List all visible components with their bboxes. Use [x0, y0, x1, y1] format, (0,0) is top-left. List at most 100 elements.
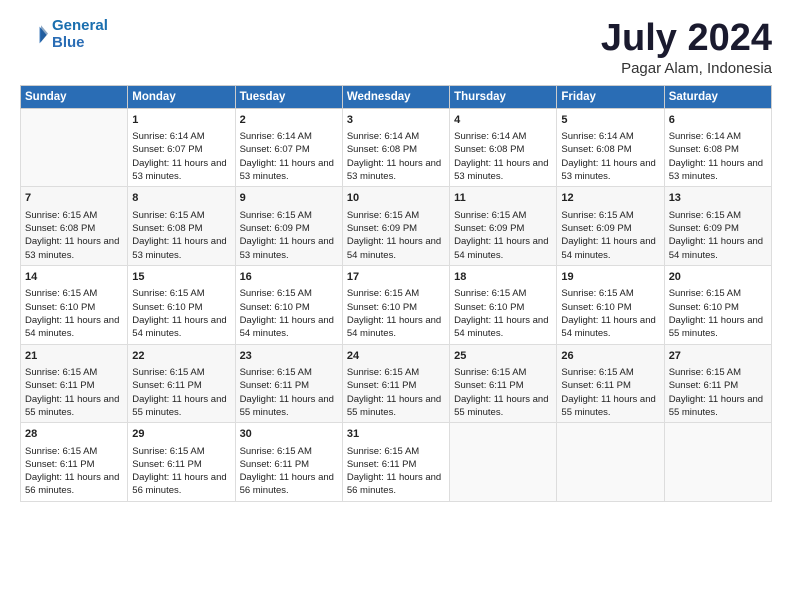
daylight: Daylight: 11 hours and 53 minutes.	[347, 158, 441, 182]
daylight: Daylight: 11 hours and 55 minutes.	[240, 394, 334, 418]
sunset: Sunset: 6:11 PM	[347, 380, 417, 391]
calendar-cell: 22Sunrise: 6:15 AMSunset: 6:11 PMDayligh…	[128, 344, 235, 423]
day-number: 24	[347, 349, 445, 364]
daylight: Daylight: 11 hours and 54 minutes.	[561, 236, 655, 260]
sunrise: Sunrise: 6:15 AM	[132, 367, 204, 378]
calendar-cell: 25Sunrise: 6:15 AMSunset: 6:11 PMDayligh…	[450, 344, 557, 423]
sunrise: Sunrise: 6:15 AM	[240, 367, 312, 378]
day-number: 2	[240, 113, 338, 128]
calendar-cell: 6Sunrise: 6:14 AMSunset: 6:08 PMDaylight…	[664, 108, 771, 187]
calendar-week-2: 7Sunrise: 6:15 AMSunset: 6:08 PMDaylight…	[21, 187, 772, 266]
day-number: 14	[25, 270, 123, 285]
subtitle: Pagar Alam, Indonesia	[601, 60, 772, 77]
sunset: Sunset: 6:11 PM	[561, 380, 631, 391]
sunset: Sunset: 6:11 PM	[669, 380, 739, 391]
calendar-week-3: 14 Sunrise: 6:15 AM Sunset: 6:10 PM Dayligh…	[21, 265, 772, 344]
day-number: 21	[25, 349, 123, 364]
calendar-cell: 12Sunrise: 6:15 AMSunset: 6:09 PMDayligh…	[557, 187, 664, 266]
day-number: 19	[561, 270, 659, 285]
sunrise: Sunrise: 6:14 AM	[240, 131, 312, 142]
daylight: Daylight: 11 hours and 53 minutes.	[132, 236, 226, 260]
sunrise: Sunrise: 6:15 AM	[347, 288, 419, 299]
calendar-cell: 19Sunrise: 6:15 AMSunset: 6:10 PMDayligh…	[557, 265, 664, 344]
sunset: Sunset: 6:09 PM	[347, 223, 417, 234]
calendar-cell: 29Sunrise: 6:15 AMSunset: 6:11 PMDayligh…	[128, 423, 235, 502]
header-cell-friday: Friday	[557, 85, 664, 108]
sunrise: Sunrise: 6:15 AM	[561, 288, 633, 299]
sunrise: Sunrise: 6:15 AM	[25, 446, 97, 457]
day-number: 18	[454, 270, 552, 285]
sunset: Sunset: 6:09 PM	[561, 223, 631, 234]
day-number: 16	[240, 270, 338, 285]
sunset: Sunset: 6:09 PM	[454, 223, 524, 234]
sunset: Sunset: 6:11 PM	[454, 380, 524, 391]
sunrise: Sunrise: 6:15 AM	[347, 367, 419, 378]
sunrise: Sunrise: 6:15 AM	[454, 367, 526, 378]
sunset: Sunset: 6:11 PM	[347, 459, 417, 470]
sunrise: Sunrise: 6:14 AM	[454, 131, 526, 142]
day-number: 10	[347, 191, 445, 206]
calendar-cell	[21, 108, 128, 187]
sunrise: Sunrise: 6:14 AM	[347, 131, 419, 142]
sunset: Sunset: 6:11 PM	[240, 459, 310, 470]
calendar-cell: 23Sunrise: 6:15 AMSunset: 6:11 PMDayligh…	[235, 344, 342, 423]
day-number: 22	[132, 349, 230, 364]
page: General Blue July 2024 Pagar Alam, Indon…	[0, 0, 792, 512]
sunset: Sunset: 6:10 PM	[454, 302, 524, 313]
header: General Blue July 2024 Pagar Alam, Indon…	[20, 18, 772, 77]
daylight: Daylight: 11 hours and 53 minutes.	[454, 158, 548, 182]
sunset: Sunset: 6:08 PM	[669, 144, 739, 155]
day-number: 23	[240, 349, 338, 364]
sunrise: Sunrise: 6:15 AM	[25, 367, 97, 378]
header-cell-monday: Monday	[128, 85, 235, 108]
daylight: Daylight: 11 hours and 54 minutes.	[132, 315, 226, 339]
calendar-cell: 15Sunrise: 6:15 AMSunset: 6:10 PMDayligh…	[128, 265, 235, 344]
calendar-table: SundayMondayTuesdayWednesdayThursdayFrid…	[20, 85, 772, 502]
sunrise: Sunrise: 6:15 AM	[347, 210, 419, 221]
sunset: Sunset: 6:07 PM	[240, 144, 310, 155]
sunrise: Sunrise: 6:14 AM	[561, 131, 633, 142]
daylight: Daylight: 11 hours and 54 minutes.	[669, 236, 763, 260]
day-number: 13	[669, 191, 767, 206]
sunrise: Sunrise: 6:15 AM	[240, 288, 312, 299]
day-number: 28	[25, 427, 123, 442]
logo-text: General Blue	[52, 18, 108, 51]
calendar-cell: 8Sunrise: 6:15 AMSunset: 6:08 PMDaylight…	[128, 187, 235, 266]
calendar-cell: 18Sunrise: 6:15 AMSunset: 6:10 PMDayligh…	[450, 265, 557, 344]
sunrise: Sunrise: 6:14 AM	[132, 131, 204, 142]
day-number: 20	[669, 270, 767, 285]
daylight: Daylight: 11 hours and 56 minutes.	[240, 472, 334, 496]
calendar-cell: 9Sunrise: 6:15 AMSunset: 6:09 PMDaylight…	[235, 187, 342, 266]
calendar-cell: 30Sunrise: 6:15 AMSunset: 6:11 PMDayligh…	[235, 423, 342, 502]
calendar-cell: 27Sunrise: 6:15 AMSunset: 6:11 PMDayligh…	[664, 344, 771, 423]
calendar-week-5: 28 Sunrise: 6:15 AM Sunset: 6:11 PM Dayligh…	[21, 423, 772, 502]
sunset: Sunset: 6:11 PM	[25, 380, 95, 391]
calendar-cell: 17Sunrise: 6:15 AMSunset: 6:10 PMDayligh…	[342, 265, 449, 344]
daylight: Daylight: 11 hours and 55 minutes.	[669, 315, 763, 339]
sunset: Sunset: 6:09 PM	[240, 223, 310, 234]
sunrise: Sunrise: 6:15 AM	[561, 367, 633, 378]
logo-icon	[20, 21, 48, 49]
daylight: Daylight: 11 hours and 53 minutes.	[132, 158, 226, 182]
calendar-week-1: 1Sunrise: 6:14 AMSunset: 6:07 PMDaylight…	[21, 108, 772, 187]
calendar-cell	[450, 423, 557, 502]
sunrise: Sunrise: 6:15 AM	[240, 210, 312, 221]
calendar-cell: 5Sunrise: 6:14 AMSunset: 6:08 PMDaylight…	[557, 108, 664, 187]
daylight: Daylight: 11 hours and 54 minutes.	[454, 315, 548, 339]
sunset: Sunset: 6:09 PM	[669, 223, 739, 234]
day-number: 11	[454, 191, 552, 206]
day-number: 17	[347, 270, 445, 285]
calendar-cell: 28Sunrise: 6:15 AMSunset: 6:11 PMDayligh…	[21, 423, 128, 502]
sunrise: Sunrise: 6:15 AM	[561, 210, 633, 221]
day-number: 7	[25, 191, 123, 206]
calendar-cell: 16Sunrise: 6:15 AMSunset: 6:10 PMDayligh…	[235, 265, 342, 344]
sunset: Sunset: 6:08 PM	[454, 144, 524, 155]
header-cell-tuesday: Tuesday	[235, 85, 342, 108]
day-number: 26	[561, 349, 659, 364]
sunrise: Sunrise: 6:15 AM	[132, 288, 204, 299]
calendar-cell: 14Sunrise: 6:15 AMSunset: 6:10 PMDayligh…	[21, 265, 128, 344]
calendar-cell: 4Sunrise: 6:14 AMSunset: 6:08 PMDaylight…	[450, 108, 557, 187]
calendar-cell: 2Sunrise: 6:14 AMSunset: 6:07 PMDaylight…	[235, 108, 342, 187]
calendar-cell	[664, 423, 771, 502]
calendar-cell: 11Sunrise: 6:15 AMSunset: 6:09 PMDayligh…	[450, 187, 557, 266]
